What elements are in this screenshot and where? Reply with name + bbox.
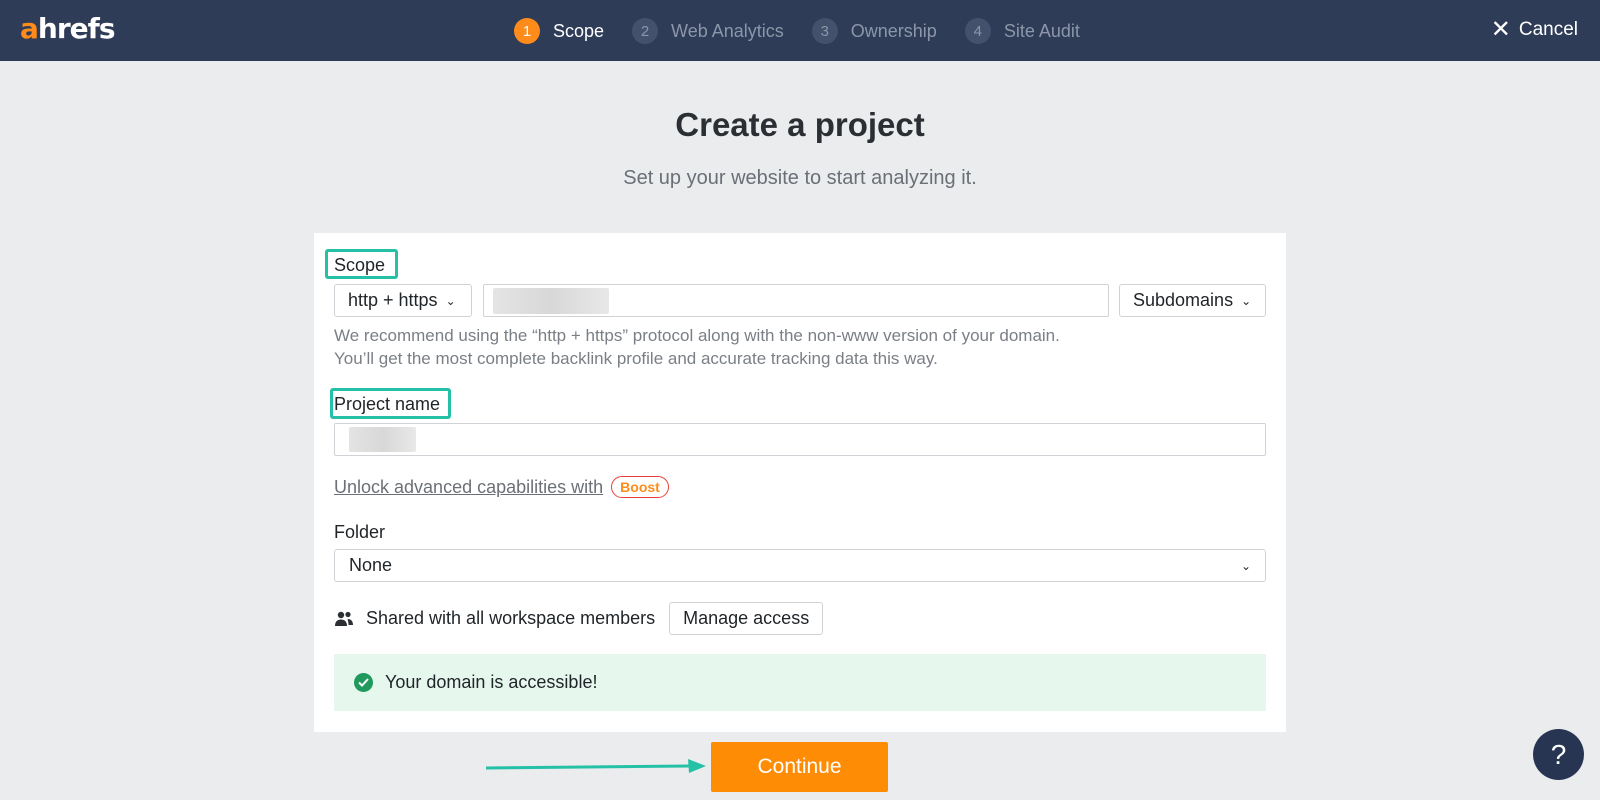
step-label: Web Analytics (671, 20, 784, 41)
protocol-select[interactable]: http + https ⌄ (334, 284, 472, 317)
users-icon (335, 611, 353, 626)
chevron-down-icon: ⌄ (1240, 558, 1251, 573)
boost-badge[interactable]: Boost (611, 476, 669, 498)
step-number: 3 (811, 18, 838, 44)
folder-label: Folder (334, 522, 386, 542)
folder-select[interactable]: None ⌄ (334, 549, 1266, 582)
step-label: Site Audit (1003, 20, 1080, 41)
chevron-down-icon: ⌄ (1241, 293, 1252, 308)
sharing-row: Shared with all workspace members Manage… (334, 602, 824, 635)
step-number: 4 (964, 18, 991, 44)
subdomains-select[interactable]: Subdomains ⌄ (1119, 284, 1266, 317)
step-number: 1 (514, 18, 540, 44)
cancel-button[interactable]: ✕ Cancel (1490, 16, 1578, 43)
success-text: Your domain is accessible! (385, 672, 598, 692)
step-web-analytics[interactable]: 2 Web Analytics (632, 18, 784, 44)
redacted-domain (493, 288, 609, 314)
page-title: Create a project (675, 106, 925, 143)
page-subtitle: Set up your website to start analyzing i… (623, 167, 977, 189)
unlock-link[interactable]: Unlock advanced capabilities with (334, 477, 603, 498)
protocol-value: http + https (348, 290, 438, 310)
annotation-arrow (486, 759, 706, 773)
step-scope[interactable]: 1 Scope (514, 18, 604, 44)
domain-accessible-banner: Your domain is accessible! (334, 654, 1266, 711)
check-circle-icon (354, 673, 373, 692)
step-ownership[interactable]: 3 Ownership (811, 18, 937, 44)
step-label: Ownership (850, 20, 937, 41)
ahrefs-logo[interactable]: ahrefs (20, 13, 115, 45)
project-name-input[interactable] (334, 423, 1266, 456)
logo-accent: a (20, 12, 39, 45)
help-label: ? (1550, 738, 1567, 770)
chevron-down-icon: ⌄ (445, 293, 456, 308)
redacted-project-name (349, 427, 416, 452)
continue-button[interactable]: Continue (711, 742, 888, 792)
top-bar: ahrefs 1 Scope 2 Web Analytics 3 Ownersh… (0, 0, 1600, 61)
project-form-card: Scope http + https ⌄ Subdomains ⌄ We rec… (314, 233, 1286, 732)
step-label: Scope (553, 20, 605, 41)
shared-text: Shared with all workspace members (366, 608, 656, 628)
help-button[interactable]: ? (1533, 729, 1584, 780)
wizard-steps: 1 Scope 2 Web Analytics 3 Ownership 4 Si… (514, 17, 1108, 45)
folder-value: None (349, 555, 393, 575)
cancel-label: Cancel (1518, 19, 1578, 40)
mode-value: Subdomains (1133, 290, 1234, 310)
close-icon: ✕ (1490, 16, 1511, 43)
scope-label: Scope (334, 255, 386, 275)
step-site-audit[interactable]: 4 Site Audit (964, 18, 1080, 44)
manage-access-button[interactable]: Manage access (669, 602, 824, 635)
protocol-hint: We recommend using the “http + https” pr… (334, 326, 1060, 368)
step-number: 2 (632, 18, 659, 44)
logo-text: hrefs (37, 12, 116, 45)
boost-upsell: Unlock advanced capabilities with Boost (334, 476, 669, 498)
project-name-label: Project name (334, 394, 441, 414)
